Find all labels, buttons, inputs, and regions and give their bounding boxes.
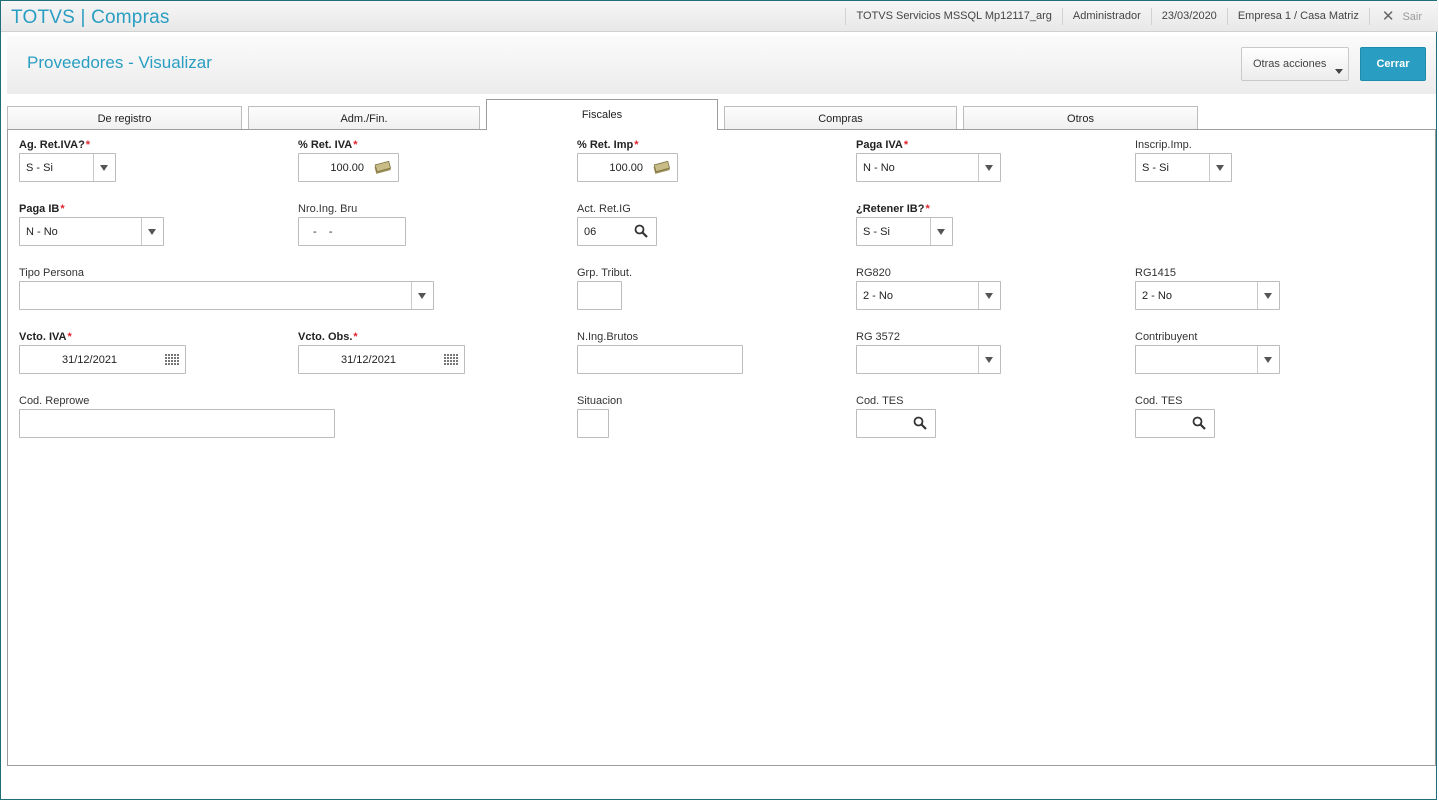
chevron-down-icon[interactable] xyxy=(978,282,1000,309)
tab-adm-fin[interactable]: Adm./Fin. xyxy=(248,106,480,130)
inscrip-imp-select[interactable]: S - Si xyxy=(1135,153,1232,182)
nro-ing-bru-label: Nro.Ing. Bru xyxy=(298,203,358,215)
ag-ret-iva-label: Ag. Ret.IVA?* xyxy=(19,139,91,151)
act-ret-ig-value: 06 xyxy=(584,226,597,238)
pct-ret-iva-input[interactable]: 100.00 xyxy=(298,153,399,182)
search-icon[interactable] xyxy=(913,416,927,430)
chevron-down-icon[interactable] xyxy=(1257,282,1279,309)
search-icon[interactable] xyxy=(1192,416,1206,430)
chevron-down-icon[interactable] xyxy=(978,346,1000,373)
money-icon[interactable] xyxy=(374,161,392,174)
retener-ib-value: S - Si xyxy=(863,226,890,238)
other-actions-button[interactable]: Otras acciones xyxy=(1241,47,1349,81)
nro-ing-bru-value: - - xyxy=(313,226,333,238)
exit-label: Sair xyxy=(1402,10,1422,23)
environment-label: TOTVS Servicios MSSQL Mp12117_arg xyxy=(845,8,1061,25)
pct-ret-imp-input[interactable]: 100.00 xyxy=(577,153,678,182)
chevron-down-icon[interactable] xyxy=(411,282,433,309)
caret-down-icon xyxy=(1335,69,1343,74)
tab-fiscales[interactable]: Fiscales xyxy=(486,99,718,130)
date-label: 23/03/2020 xyxy=(1150,8,1227,25)
top-info: TOTVS Servicios MSSQL Mp12117_arg Admini… xyxy=(845,1,1438,32)
paga-iva-value: N - No xyxy=(863,162,895,174)
rg1415-label: RG1415 xyxy=(1135,267,1176,279)
exit-button[interactable]: ✕ Sair xyxy=(1368,8,1438,25)
pct-ret-iva-value: 100.00 xyxy=(330,162,364,174)
cod-tes-2-label: Cod. TES xyxy=(1135,395,1183,407)
rg1415-value: 2 - No xyxy=(1142,290,1172,302)
top-bar: TOTVS | Compras TOTVS Servicios MSSQL Mp… xyxy=(1,1,1438,32)
vcto-iva-value: 31/12/2021 xyxy=(62,354,118,366)
paga-ib-label: Paga IB* xyxy=(19,203,65,215)
vcto-obs-label: Vcto. Obs.* xyxy=(298,331,358,343)
page-header: Proveedores - Visualizar Otras acciones … xyxy=(7,36,1436,94)
paga-ib-value: N - No xyxy=(26,226,58,238)
calendar-icon[interactable] xyxy=(165,354,179,365)
page-title: Proveedores - Visualizar xyxy=(27,53,212,72)
vcto-iva-input[interactable]: 31/12/2021 xyxy=(19,345,186,374)
contribuyent-select[interactable] xyxy=(1135,345,1280,374)
fiscales-panel: Ag. Ret.IVA?* S - Si % Ret. IVA* 100.00 … xyxy=(7,129,1436,766)
cod-reprowe-input[interactable] xyxy=(19,409,335,438)
chevron-down-icon[interactable] xyxy=(141,218,163,245)
grp-tribut-label: Grp. Tribut. xyxy=(577,267,633,279)
tab-compras[interactable]: Compras xyxy=(724,106,957,130)
close-icon: ✕ xyxy=(1381,8,1395,25)
vcto-obs-value: 31/12/2021 xyxy=(341,354,397,366)
pct-ret-iva-label: % Ret. IVA* xyxy=(298,139,358,151)
grp-tribut-input[interactable] xyxy=(577,281,622,310)
calendar-icon[interactable] xyxy=(444,354,458,365)
n-ing-brutos-input[interactable] xyxy=(577,345,743,374)
rg3572-label: RG 3572 xyxy=(856,331,901,343)
rg820-value: 2 - No xyxy=(863,290,893,302)
nro-ing-bru-input[interactable]: - - xyxy=(298,217,406,246)
contribuyent-label: Contribuyent xyxy=(1135,331,1198,343)
chevron-down-icon[interactable] xyxy=(1257,346,1279,373)
tab-otros[interactable]: Otros xyxy=(963,106,1198,130)
cod-tes-input[interactable] xyxy=(856,409,936,438)
rg820-select[interactable]: 2 - No xyxy=(856,281,1001,310)
pct-ret-imp-label: % Ret. Imp* xyxy=(577,139,639,151)
inscrip-imp-value: S - Si xyxy=(1142,162,1169,174)
retener-ib-select[interactable]: S - Si xyxy=(856,217,953,246)
vcto-iva-label: Vcto. IVA* xyxy=(19,331,72,343)
rg3572-select[interactable] xyxy=(856,345,1001,374)
chevron-down-icon[interactable] xyxy=(1209,154,1231,181)
paga-ib-select[interactable]: N - No xyxy=(19,217,164,246)
company-label[interactable]: Empresa 1 / Casa Matriz xyxy=(1226,8,1369,25)
cod-reprowe-label: Cod. Reprowe xyxy=(19,395,90,407)
paga-iva-label: Paga IVA* xyxy=(856,139,909,151)
close-button[interactable]: Cerrar xyxy=(1360,47,1426,81)
act-ret-ig-input[interactable]: 06 xyxy=(577,217,657,246)
ag-ret-iva-value: S - Si xyxy=(26,162,53,174)
user-label[interactable]: Administrador xyxy=(1061,8,1151,25)
other-actions-label: Otras acciones xyxy=(1253,58,1327,70)
pct-ret-imp-value: 100.00 xyxy=(609,162,643,174)
tipo-persona-select[interactable] xyxy=(19,281,434,310)
chevron-down-icon[interactable] xyxy=(930,218,952,245)
ag-ret-iva-select[interactable]: S - Si xyxy=(19,153,116,182)
chevron-down-icon[interactable] xyxy=(93,154,115,181)
money-icon[interactable] xyxy=(653,161,671,174)
chevron-down-icon[interactable] xyxy=(978,154,1000,181)
app-title: TOTVS | Compras xyxy=(11,7,170,28)
cod-tes-2-input[interactable] xyxy=(1135,409,1215,438)
situacion-label: Situacion xyxy=(577,395,623,407)
situacion-input[interactable] xyxy=(577,409,609,438)
act-ret-ig-label: Act. Ret.IG xyxy=(577,203,631,215)
search-icon[interactable] xyxy=(634,224,648,238)
vcto-obs-input[interactable]: 31/12/2021 xyxy=(298,345,465,374)
cod-tes-label: Cod. TES xyxy=(856,395,904,407)
rg1415-select[interactable]: 2 - No xyxy=(1135,281,1280,310)
n-ing-brutos-label: N.Ing.Brutos xyxy=(577,331,639,343)
inscrip-imp-label: Inscrip.Imp. xyxy=(1135,139,1192,151)
tipo-persona-label: Tipo Persona xyxy=(19,267,85,279)
paga-iva-select[interactable]: N - No xyxy=(856,153,1001,182)
rg820-label: RG820 xyxy=(856,267,891,279)
tab-de-registro[interactable]: De registro xyxy=(7,106,242,130)
retener-ib-label: ¿Retener IB?* xyxy=(856,203,930,215)
